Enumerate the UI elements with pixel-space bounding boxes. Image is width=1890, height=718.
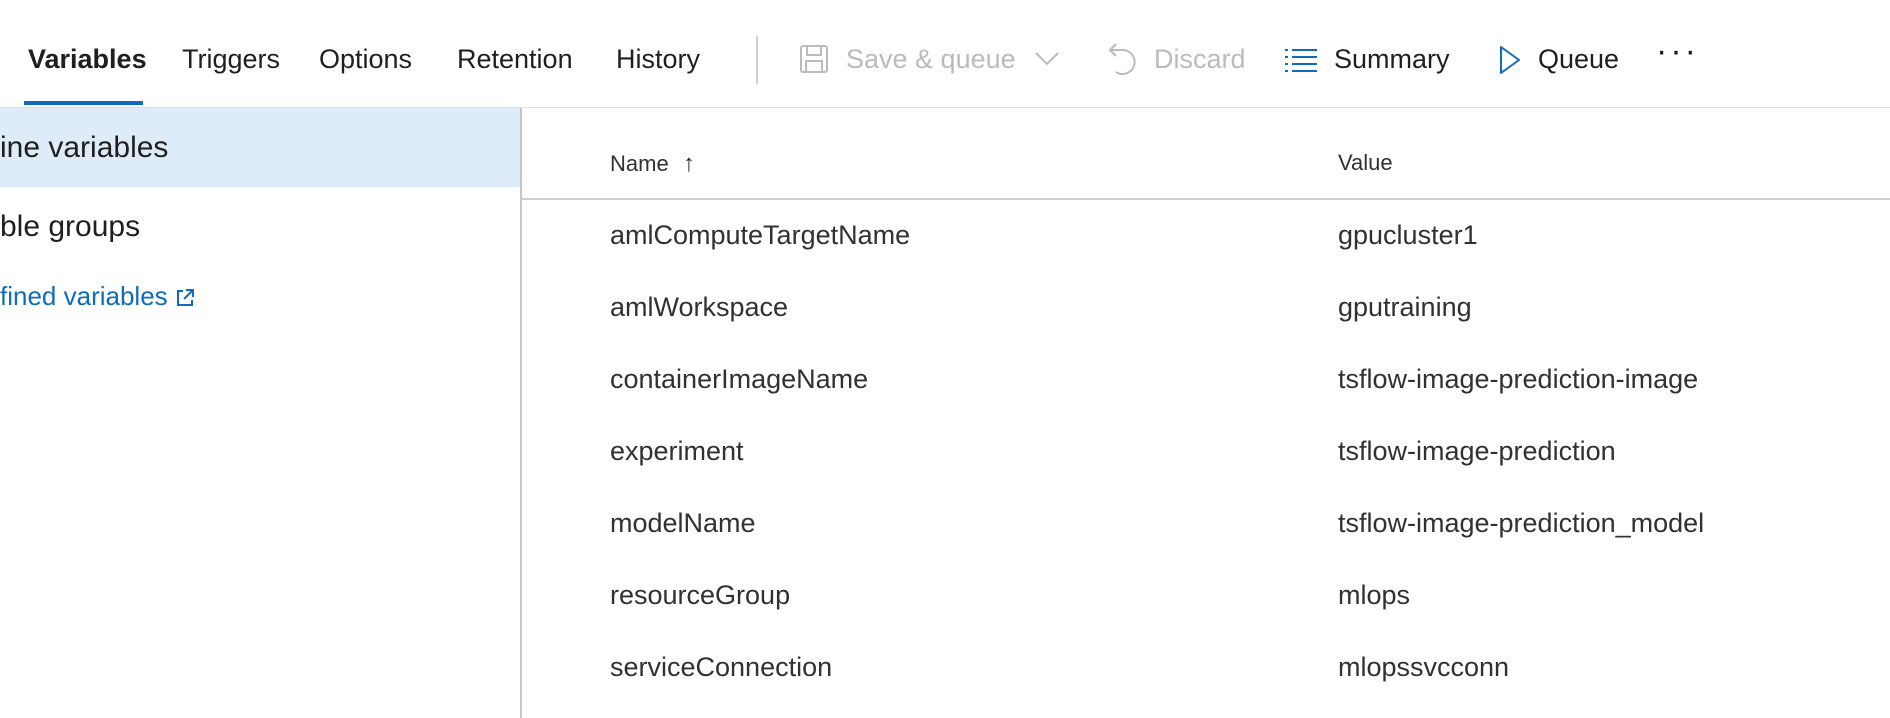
link-label: fined variables [0, 281, 168, 311]
predefined-variables-link[interactable]: fined variables [0, 281, 196, 312]
variables-table: Name ↑ Value amlComputeTargetName gpuclu… [522, 108, 1890, 718]
more-actions-button[interactable]: ··· [1656, 32, 1699, 71]
variable-name: amlComputeTargetName [610, 220, 911, 250]
variable-value: gpucluster1 [1338, 220, 1478, 250]
variable-name: resourceGroup [610, 580, 791, 610]
sort-ascending-icon: ↑ [682, 150, 695, 177]
variable-name: amlWorkspace [610, 292, 789, 322]
variable-value: tsflow-image-prediction-image [1338, 364, 1699, 394]
tab-history[interactable]: History [616, 44, 700, 75]
table-row[interactable]: containerImageName tsflow-image-predicti… [522, 344, 1890, 416]
table-row[interactable]: resourceGroup mlops [522, 560, 1890, 632]
variable-name: experiment [610, 436, 744, 466]
variable-name: serviceConnection [610, 652, 833, 682]
table-row[interactable]: amlComputeTargetName gpucluster1 [522, 200, 1890, 272]
external-link-icon [176, 289, 194, 307]
pipeline-toolbar: Variables Triggers Options Retention His… [0, 0, 1890, 108]
discard-button[interactable]: Discard [1154, 44, 1246, 75]
table-row[interactable]: modelName tsflow-image-prediction_model [522, 488, 1890, 560]
table-row[interactable]: serviceConnection mlopssvcconn [522, 632, 1890, 704]
tab-variables[interactable]: Variables [28, 44, 147, 75]
play-icon [1500, 46, 1520, 74]
name-column-header[interactable]: Name ↑ [610, 150, 695, 178]
variable-value: tsflow-image-prediction [1338, 436, 1616, 466]
table-row[interactable]: amlWorkspace gputraining [522, 272, 1890, 344]
chevron-down-icon[interactable] [1034, 50, 1060, 68]
tab-retention[interactable]: Retention [457, 44, 573, 75]
save-and-queue-button[interactable]: Save & queue [846, 44, 1016, 75]
variable-name: modelName [610, 508, 756, 538]
sidebar-item-pipeline-variables[interactable]: ine variables [0, 108, 520, 187]
tab-triggers[interactable]: Triggers [182, 44, 280, 75]
variable-value: gputraining [1338, 292, 1472, 322]
variable-value: mlops [1338, 580, 1411, 610]
variable-value: mlopssvcconn [1338, 652, 1510, 682]
queue-button[interactable]: Queue [1538, 44, 1619, 75]
summary-button[interactable]: Summary [1334, 44, 1450, 75]
undo-icon [1108, 43, 1136, 75]
sidebar-item-variable-groups[interactable]: ble groups [0, 187, 520, 266]
toolbar-divider [756, 36, 758, 84]
sidebar-item-label: ine variables [0, 131, 169, 164]
value-column-header[interactable]: Value [1338, 150, 1393, 176]
variable-value: tsflow-image-prediction_model [1338, 508, 1705, 538]
variables-sidebar: ine variables ble groups fined variables [0, 108, 522, 718]
active-tab-indicator [24, 101, 143, 105]
name-header-label: Name [610, 151, 669, 176]
save-icon [800, 45, 828, 73]
table-row[interactable]: experiment tsflow-image-prediction [522, 416, 1890, 488]
list-icon [1285, 49, 1317, 72]
variable-name: containerImageName [610, 364, 869, 394]
sidebar-item-label: ble groups [0, 210, 141, 243]
tab-options[interactable]: Options [319, 44, 412, 75]
